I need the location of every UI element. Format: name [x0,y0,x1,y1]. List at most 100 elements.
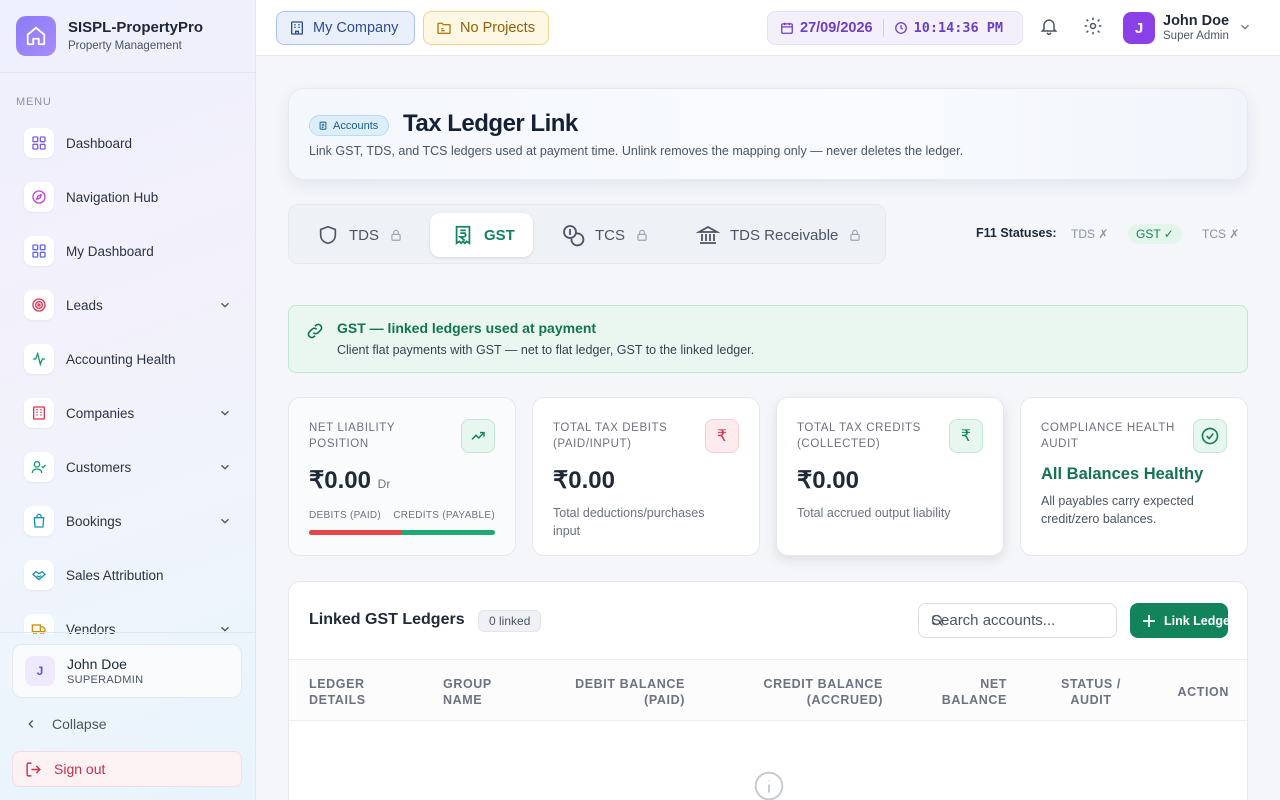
column-header: NET BALANCE [941,677,1007,707]
activity-icon [24,344,54,374]
link-ledger-button[interactable]: Link Ledger [1130,603,1228,638]
sidebar-user-card[interactable]: J John Doe SUPERADMIN [12,644,242,698]
home-icon [16,16,56,56]
search-input[interactable] [918,603,1117,638]
current-time: 10:14:36 PM [913,20,1003,36]
chevron-down-icon[interactable] [1238,20,1252,39]
tab-tcs[interactable]: TCS [561,213,649,257]
top-bar: My Company No Projects 27/09/2026 10:14:… [256,0,1280,56]
f11-status-gst: GST ✓ [1128,224,1182,244]
search-icon [930,613,945,628]
building-icon [289,20,305,36]
sidebar-item-label: Customers [66,459,132,475]
sidebar-item-accounting-health[interactable]: Accounting Health [12,332,244,386]
chevron-down-icon[interactable] [218,460,232,479]
sign-out-button[interactable]: Sign out [12,751,242,787]
sidebar-nav: Dashboard Navigation Hub My Dashboard Le… [12,116,244,634]
sidebar-item-vendors[interactable]: Vendors [12,602,244,634]
user-name[interactable]: John Doe [1163,12,1229,30]
sidebar-item-dashboard[interactable]: Dashboard [12,116,244,170]
chevron-down-icon[interactable] [218,406,232,425]
lock-icon [635,228,649,242]
info-icon [753,770,785,800]
stat-label: TOTAL TAX CREDITS (COLLECTED) [797,422,921,450]
sidebar-item-sales-attribution[interactable]: Sales Attribution [12,548,244,602]
grid-icon [24,128,54,158]
collapse-button[interactable]: Collapse [24,716,106,732]
receipt-rupee-icon [452,224,474,246]
log-out-icon [25,761,42,778]
project-selector[interactable]: No Projects [423,11,549,45]
lock-icon [389,228,403,242]
sidebar-item-bookings[interactable]: Bookings [12,494,244,548]
avatar[interactable]: J [1123,12,1155,44]
target-icon [24,290,54,320]
sidebar-item-companies[interactable]: Companies [12,386,244,440]
tab-tds[interactable]: TDS [317,213,403,257]
sidebar: SISPL-PropertyPro Property Management ME… [0,0,256,800]
sidebar-item-customers[interactable]: Customers [12,440,244,494]
calendar-icon [780,21,794,35]
company-selector[interactable]: My Company [276,11,415,45]
stat-card-compliance-audit: COMPLIANCE HEALTH AUDIT All Balances Hea… [1020,397,1248,556]
f11-status-tcs: TCS ✗ [1202,227,1240,241]
tab-label: TCS [595,226,625,244]
info-text: Client flat payments with GST — net to f… [337,343,755,357]
user-name: John Doe [67,655,127,672]
compass-icon [24,182,54,212]
column-header: DEBIT BALANCE (PAID) [575,677,685,707]
stat-label: NET LIABILITY POSITION [309,422,395,450]
date-time-display: 27/09/2026 10:14:36 PM [767,11,1023,45]
chevron-left-icon [24,717,38,731]
sidebar-item-label: Sales Attribution [66,567,164,583]
f11-status-tds: TDS ✗ [1071,227,1109,241]
bell-icon[interactable] [1039,16,1059,41]
divider [0,632,255,633]
tab-tds-receivable[interactable]: TDS Receivable [696,213,862,257]
folder-icon [436,20,452,36]
divider [0,72,255,73]
avatar: J [25,656,55,686]
linked-count-badge: 0 linked [478,610,542,632]
building-icon [24,398,54,428]
brand[interactable]: SISPL-PropertyPro Property Management [16,16,203,56]
sidebar-item-label: Navigation Hub [66,189,159,205]
stat-value: ₹0.00 Dr [309,467,391,494]
stat-card-tax-credits: TOTAL TAX CREDITS (COLLECTED) ₹ ₹0.00 To… [776,397,1004,556]
tab-gst[interactable]: GST [430,213,533,257]
company-label: My Company [313,20,399,36]
bank-icon [696,223,720,247]
linked-ledgers-table: Linked GST Ledgers 0 linked Link Ledger … [288,581,1248,800]
link-ledger-label: Link Ledger [1164,613,1228,628]
stat-label: TOTAL TAX DEBITS (PAID/INPUT) [553,422,668,450]
stat-label: COMPLIANCE HEALTH AUDIT [1041,422,1175,450]
menu-label: MENU [16,96,52,108]
column-header: CREDIT BALANCE (ACCRUED) [763,677,883,707]
column-header: ACTION [1177,685,1229,699]
coins-icon [561,223,585,247]
stat-subtext: Total deductions/purchases input [553,506,705,538]
chevron-down-icon[interactable] [218,298,232,317]
page-header: Accounts Tax Ledger Link Link GST, TDS, … [288,88,1248,180]
tab-label: TDS Receivable [730,226,839,244]
debit-share-fill [309,530,402,535]
sidebar-item-navigation-hub[interactable]: Navigation Hub [12,170,244,224]
tab-label: GST [484,226,515,244]
column-header: LEDGER DETAILS [309,677,366,707]
user-role: SUPERADMIN [67,673,144,686]
tab-label: TDS [349,226,379,244]
debit-credit-bar [309,530,495,535]
badge-label: Accounts [333,119,379,132]
chevron-down-icon[interactable] [218,514,232,533]
sign-out-label: Sign out [54,761,106,777]
current-date: 27/09/2026 [800,20,873,36]
gear-icon[interactable] [1083,16,1103,41]
rupee-icon: ₹ [705,419,739,453]
sidebar-item-leads[interactable]: Leads [12,278,244,332]
sidebar-item-my-dashboard[interactable]: My Dashboard [12,224,244,278]
clock-icon [894,21,908,35]
rupee-icon: ₹ [949,419,983,453]
table-title: Linked GST Ledgers [309,611,465,628]
stat-value: ₹0.00 [797,467,859,494]
trending-up-icon [461,419,495,453]
